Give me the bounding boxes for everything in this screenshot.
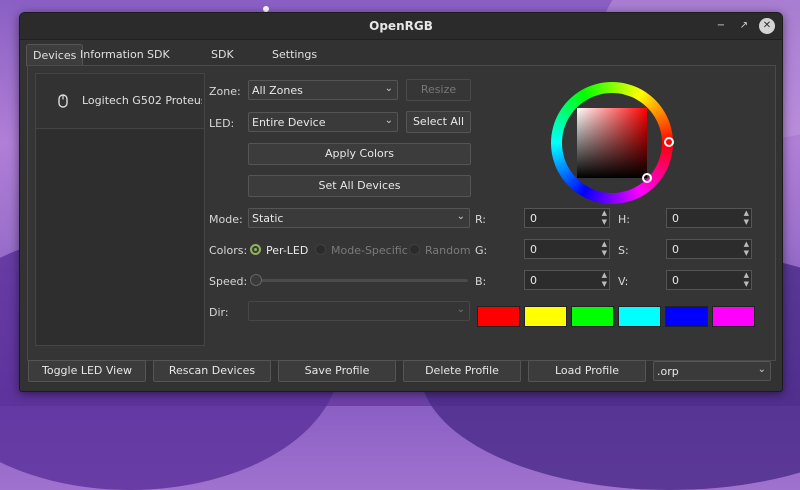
color-swatch[interactable] xyxy=(665,306,708,327)
v-label: V: xyxy=(618,275,629,288)
set-all-devices-button[interactable]: Set All Devices xyxy=(248,175,471,197)
mode-label: Mode: xyxy=(209,213,243,226)
arrow-up-icon[interactable]: ▲ xyxy=(744,272,749,279)
b-label: B: xyxy=(475,275,487,288)
openrgb-window: OpenRGB − ↗ ✕ Devices Information SDK Se… xyxy=(19,12,783,392)
per-led-label: Per-LED xyxy=(266,244,309,257)
arrow-up-icon[interactable]: ▲ xyxy=(602,272,607,279)
delete-profile-button[interactable]: Delete Profile xyxy=(403,360,521,382)
speed-slider-handle[interactable] xyxy=(250,274,262,286)
save-profile-button[interactable]: Save Profile xyxy=(278,360,396,382)
chevron-down-icon: ⌄ xyxy=(456,211,465,222)
tab-sdk-client[interactable]: SDK Client xyxy=(205,44,249,82)
mode-specific-label: Mode-Specific xyxy=(331,244,408,257)
s-value: 0 xyxy=(672,243,679,256)
b-spinbox[interactable]: 0 ▲ ▼ xyxy=(524,270,610,290)
arrow-down-icon[interactable]: ▼ xyxy=(744,219,749,226)
select-all-button[interactable]: Select All xyxy=(406,111,471,133)
apply-colors-button[interactable]: Apply Colors xyxy=(248,143,471,165)
chevron-down-icon: ⌄ xyxy=(384,115,393,126)
colors-label: Colors: xyxy=(209,244,248,257)
arrow-up-icon[interactable]: ▲ xyxy=(744,241,749,248)
speed-label: Speed: xyxy=(209,275,248,288)
color-swatch[interactable] xyxy=(712,306,755,327)
mode-specific-radio[interactable] xyxy=(315,244,326,255)
led-dropdown[interactable]: Entire Device ⌄ xyxy=(248,112,398,132)
g-spinbox[interactable]: 0 ▲ ▼ xyxy=(524,239,610,259)
title-bar[interactable]: OpenRGB − ↗ ✕ xyxy=(20,13,782,40)
device-list[interactable]: Logitech G502 Proteus Spectrum xyxy=(35,73,205,346)
r-value: 0 xyxy=(530,212,537,225)
resize-button[interactable]: Resize xyxy=(406,79,471,101)
g-label: G: xyxy=(475,244,488,257)
color-swatch[interactable] xyxy=(524,306,567,327)
maximize-icon[interactable]: ↗ xyxy=(736,18,752,34)
g-value: 0 xyxy=(530,243,537,256)
arrow-down-icon[interactable]: ▼ xyxy=(602,219,607,226)
load-profile-button[interactable]: Load Profile xyxy=(528,360,646,382)
color-swatch[interactable] xyxy=(618,306,661,327)
arrow-down-icon[interactable]: ▼ xyxy=(602,281,607,288)
profile-dropdown[interactable]: .orp ⌄ xyxy=(653,361,771,381)
r-spinbox[interactable]: 0 ▲ ▼ xyxy=(524,208,610,228)
zone-value: All Zones xyxy=(252,84,303,97)
random-label: Random xyxy=(425,244,471,257)
zone-dropdown[interactable]: All Zones ⌄ xyxy=(248,80,398,100)
led-value: Entire Device xyxy=(252,116,326,129)
v-value: 0 xyxy=(672,274,679,287)
color-swatch[interactable] xyxy=(571,306,614,327)
chevron-down-icon: ⌄ xyxy=(456,304,465,315)
arrow-down-icon[interactable]: ▼ xyxy=(744,281,749,288)
profile-value: .orp xyxy=(657,365,679,378)
minimize-icon[interactable]: − xyxy=(713,18,729,34)
arrow-down-icon[interactable]: ▼ xyxy=(744,250,749,257)
arrow-up-icon[interactable]: ▲ xyxy=(602,241,607,248)
list-item[interactable]: Logitech G502 Proteus Spectrum xyxy=(36,74,204,129)
tab-sdk-server[interactable]: SDK Server xyxy=(141,44,189,82)
arrow-down-icon[interactable]: ▼ xyxy=(602,250,607,257)
dir-label: Dir: xyxy=(209,306,229,319)
s-spinbox[interactable]: 0 ▲ ▼ xyxy=(666,239,752,259)
tab-settings[interactable]: Settings xyxy=(266,44,323,65)
window-title: OpenRGB xyxy=(369,19,433,33)
random-radio[interactable] xyxy=(409,244,420,255)
speed-slider-track[interactable] xyxy=(250,279,468,282)
led-label: LED: xyxy=(209,117,235,130)
mode-dropdown[interactable]: Static ⌄ xyxy=(248,208,470,228)
close-icon[interactable]: ✕ xyxy=(759,18,775,34)
h-label: H: xyxy=(618,213,630,226)
b-value: 0 xyxy=(530,274,537,287)
tab-information[interactable]: Information xyxy=(74,44,150,65)
arrow-up-icon[interactable]: ▲ xyxy=(744,210,749,217)
rescan-devices-button[interactable]: Rescan Devices xyxy=(153,360,271,382)
direction-dropdown[interactable]: ⌄ xyxy=(248,301,470,321)
h-value: 0 xyxy=(672,212,679,225)
mouse-icon xyxy=(58,94,68,108)
s-label: S: xyxy=(618,244,629,257)
toggle-led-view-button[interactable]: Toggle LED View xyxy=(28,360,146,382)
color-wheel[interactable] xyxy=(549,80,675,206)
zone-label: Zone: xyxy=(209,85,241,98)
v-spinbox[interactable]: 0 ▲ ▼ xyxy=(666,270,752,290)
chevron-down-icon: ⌄ xyxy=(757,364,766,375)
devices-pane: Logitech G502 Proteus Spectrum Zone: All… xyxy=(27,65,776,361)
r-label: R: xyxy=(475,213,487,226)
arrow-up-icon[interactable]: ▲ xyxy=(602,210,607,217)
chevron-down-icon: ⌄ xyxy=(384,83,393,94)
color-swatch[interactable] xyxy=(477,306,520,327)
h-spinbox[interactable]: 0 ▲ ▼ xyxy=(666,208,752,228)
mode-value: Static xyxy=(252,212,284,225)
per-led-radio[interactable] xyxy=(250,244,261,255)
device-name: Logitech G502 Proteus Spectrum xyxy=(82,94,202,107)
